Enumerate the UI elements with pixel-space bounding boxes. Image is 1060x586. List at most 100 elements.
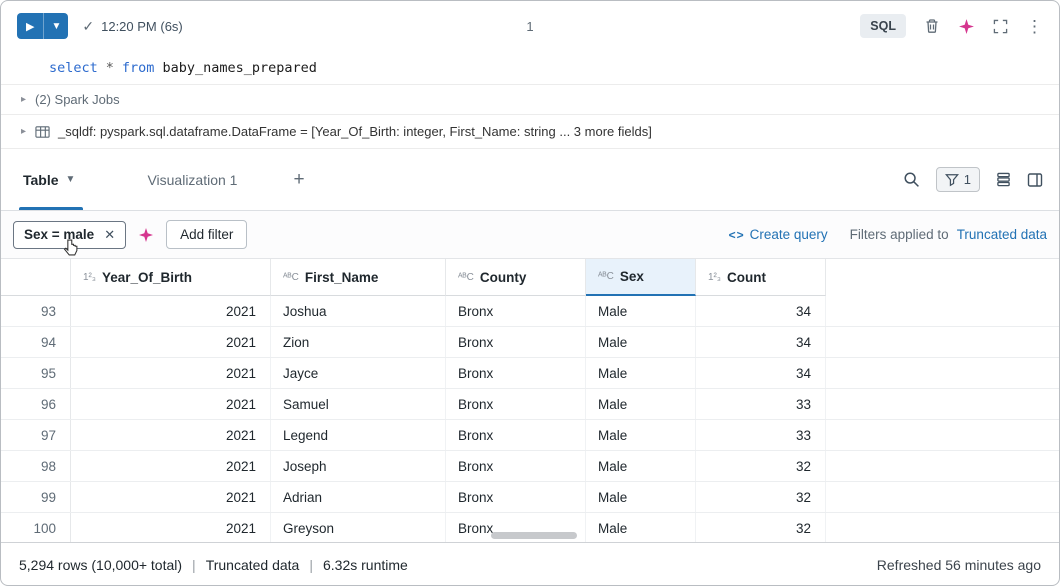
play-icon[interactable]: ▶ — [17, 13, 44, 39]
table-row: 962021SamuelBronxMale33 — [1, 389, 1059, 420]
filter-indicator-button[interactable]: 1 — [936, 167, 980, 192]
table-cell[interactable]: Male — [586, 482, 696, 512]
rows-icon[interactable] — [996, 172, 1011, 187]
table-cell[interactable]: Bronx — [446, 296, 586, 326]
table-cell[interactable]: Legend — [271, 420, 446, 450]
column-header-Count[interactable]: 1²₃Count — [696, 259, 826, 296]
assistant-sparkle-icon[interactable] — [958, 18, 975, 35]
table-cell[interactable]: 34 — [696, 327, 826, 357]
tab-visualization[interactable]: Visualization 1 — [147, 149, 237, 210]
table-cell[interactable]: 32 — [696, 513, 826, 542]
horizontal-scrollbar[interactable] — [491, 532, 577, 539]
string-type-icon: ᴬᴮC — [598, 271, 614, 282]
column-name: County — [480, 270, 527, 285]
sqldf-fold[interactable]: ▸ _sqldf: pyspark.sql.dataframe.DataFram… — [1, 114, 1059, 149]
delete-cell-icon[interactable] — [924, 18, 940, 34]
table-cell[interactable]: Bronx — [446, 482, 586, 512]
table-cell[interactable]: Bronx — [446, 327, 586, 357]
assistant-sparkle-icon[interactable] — [138, 227, 154, 243]
table-cell[interactable]: 2021 — [71, 389, 271, 419]
string-type-icon: ᴬᴮC — [458, 272, 474, 283]
spark-jobs-fold[interactable]: ▸ (2) Spark Jobs — [1, 84, 1059, 114]
table-cell[interactable]: 34 — [696, 296, 826, 326]
tab-viz-label: Visualization 1 — [147, 172, 237, 188]
tab-table[interactable]: Table ▼ — [23, 149, 89, 210]
table-cell[interactable]: 2021 — [71, 327, 271, 357]
filter-chip[interactable]: Sex = male ✕ — [13, 221, 126, 249]
table-cell[interactable]: 2021 — [71, 482, 271, 512]
tab-table-label: Table — [23, 172, 59, 188]
add-filter-button[interactable]: Add filter — [166, 220, 247, 249]
table-row: 952021JayceBronxMale34 — [1, 358, 1059, 389]
create-query-link[interactable]: <> Create query — [729, 227, 828, 242]
sql-star: * — [106, 60, 114, 76]
table-cell[interactable]: 2021 — [71, 296, 271, 326]
table-cell[interactable]: 33 — [696, 389, 826, 419]
table-cell[interactable]: Bronx — [446, 389, 586, 419]
table-cell[interactable]: 2021 — [71, 451, 271, 481]
column-header-First_Name[interactable]: ᴬᴮCFirst_Name — [271, 259, 446, 296]
row-index: 100 — [1, 513, 71, 542]
language-badge[interactable]: SQL — [860, 14, 906, 38]
table-cell[interactable]: Male — [586, 420, 696, 450]
search-icon[interactable] — [903, 171, 920, 188]
truncated-data-text: Truncated data — [206, 557, 300, 573]
table-cell[interactable]: Samuel — [271, 389, 446, 419]
spark-jobs-label: (2) Spark Jobs — [35, 92, 120, 107]
table-cell[interactable]: Male — [586, 513, 696, 542]
cell-number: 1 — [526, 19, 533, 34]
table-header-row: 1²₃Year_Of_BirthᴬᴮCFirst_NameᴬᴮCCountyᴬᴮ… — [1, 259, 1059, 296]
table-cell[interactable]: 34 — [696, 358, 826, 388]
table-cell[interactable]: Male — [586, 451, 696, 481]
table-cell[interactable]: Bronx — [446, 358, 586, 388]
table-row: 982021JosephBronxMale32 — [1, 451, 1059, 482]
close-icon[interactable]: ✕ — [104, 227, 115, 243]
table-cell[interactable]: Bronx — [446, 451, 586, 481]
table-cell[interactable]: Male — [586, 296, 696, 326]
filters-applied-text: Filters applied to — [850, 227, 949, 242]
table-row: 992021AdrianBronxMale32 — [1, 482, 1059, 513]
table-cell[interactable]: Jayce — [271, 358, 446, 388]
column-header-County[interactable]: ᴬᴮC County — [446, 259, 586, 296]
table-cell[interactable]: 32 — [696, 451, 826, 481]
table-cell[interactable]: 2021 — [71, 420, 271, 450]
column-header-Year_Of_Birth[interactable]: 1²₃Year_Of_Birth — [71, 259, 271, 296]
table-row: 932021JoshuaBronxMale34 — [1, 296, 1059, 327]
table-body: 932021JoshuaBronxMale34942021ZionBronxMa… — [1, 296, 1059, 542]
run-status-time: 12:20 PM (6s) — [101, 19, 183, 34]
notebook-cell: ▶ ▼ ✓ 12:20 PM (6s) 1 SQL ⋮ — [0, 0, 1060, 586]
add-tab-button[interactable]: + — [293, 169, 304, 191]
table-cell[interactable]: 2021 — [71, 358, 271, 388]
side-panel-icon[interactable] — [1027, 172, 1043, 188]
index-column-header — [1, 259, 71, 296]
table-cell[interactable]: Bronx — [446, 420, 586, 450]
integer-type-icon: 1²₃ — [708, 272, 721, 283]
more-options-icon[interactable]: ⋮ — [1026, 18, 1043, 35]
column-header-Sex[interactable]: ᴬᴮCSex — [586, 259, 696, 296]
checkmark-icon: ✓ — [82, 18, 94, 35]
table-cell[interactable]: 32 — [696, 482, 826, 512]
disclosure-triangle-icon[interactable]: ▸ — [21, 94, 26, 105]
run-button[interactable]: ▶ ▼ — [17, 13, 68, 39]
row-index: 99 — [1, 482, 71, 512]
dataframe-icon — [35, 125, 50, 139]
table-cell[interactable]: 33 — [696, 420, 826, 450]
filter-count: 1 — [964, 172, 971, 187]
disclosure-triangle-icon[interactable]: ▸ — [21, 126, 26, 137]
table-cell[interactable]: Adrian — [271, 482, 446, 512]
truncated-data-link[interactable]: Truncated data — [957, 227, 1047, 242]
refreshed-text: Refreshed 56 minutes ago — [877, 557, 1041, 573]
table-cell[interactable]: 2021 — [71, 513, 271, 542]
table-row: 942021ZionBronxMale34 — [1, 327, 1059, 358]
chevron-down-icon[interactable]: ▼ — [44, 13, 68, 39]
table-cell[interactable]: Greyson — [271, 513, 446, 542]
expand-icon[interactable] — [993, 19, 1008, 34]
table-cell[interactable]: Joseph — [271, 451, 446, 481]
table-cell[interactable]: Male — [586, 389, 696, 419]
table-cell[interactable]: Male — [586, 327, 696, 357]
code-editor-line[interactable]: select * from baby_names_prepared — [1, 51, 1059, 84]
create-query-label: Create query — [750, 227, 828, 242]
table-cell[interactable]: Joshua — [271, 296, 446, 326]
table-cell[interactable]: Zion — [271, 327, 446, 357]
table-cell[interactable]: Male — [586, 358, 696, 388]
